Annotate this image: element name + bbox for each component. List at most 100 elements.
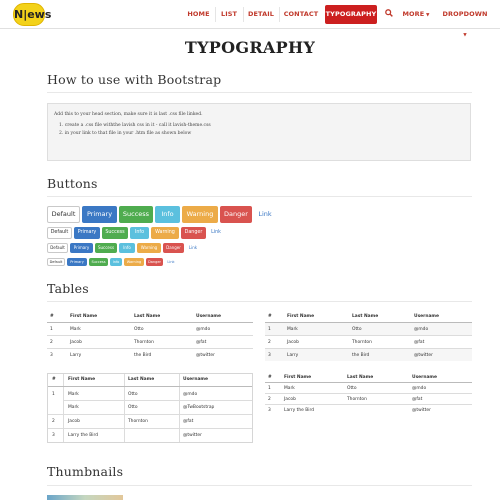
primary-button-lg[interactable]: Primary bbox=[82, 206, 117, 223]
table-cell: 1 bbox=[268, 327, 271, 332]
info-button-xs[interactable]: Info bbox=[110, 258, 122, 266]
table-cell: 3 bbox=[268, 353, 271, 358]
note-step: 1. create a .css file withthe lavish css… bbox=[59, 123, 211, 128]
table-cell: Mark bbox=[284, 386, 295, 391]
link-button-sm[interactable]: Link bbox=[186, 243, 200, 253]
header-cell: # bbox=[268, 375, 272, 380]
danger-button-md[interactable]: Danger bbox=[181, 227, 206, 239]
table-cell: @TwBootstrap bbox=[183, 405, 215, 410]
header-cell: First Name bbox=[284, 375, 312, 380]
table-cell: Thornton bbox=[352, 340, 372, 345]
divider bbox=[47, 301, 472, 302]
column-divider bbox=[179, 374, 180, 442]
table-cell: 3 bbox=[50, 353, 53, 358]
table-cell: @mdo bbox=[196, 327, 211, 332]
table-cell: Otto bbox=[347, 386, 357, 391]
search-icon[interactable] bbox=[385, 9, 393, 17]
row-divider bbox=[265, 404, 472, 405]
table-cell: Thornton bbox=[347, 397, 367, 402]
danger-button-sm[interactable]: Danger bbox=[163, 243, 184, 253]
table-cell: the Bird bbox=[134, 353, 152, 358]
success-button-md[interactable]: Success bbox=[102, 227, 128, 239]
info-button-lg[interactable]: Info bbox=[155, 206, 180, 223]
table-cell: Larry bbox=[70, 353, 82, 358]
danger-button-lg[interactable]: Danger bbox=[220, 206, 252, 223]
link-button-xs[interactable]: Link bbox=[165, 258, 177, 266]
nav-item-home[interactable]: HOME bbox=[183, 5, 214, 24]
default-button-md[interactable]: Default bbox=[47, 227, 72, 239]
divider bbox=[47, 92, 472, 93]
link-button-md[interactable]: Link bbox=[208, 227, 224, 239]
nav-item-typography[interactable]: TYPOGRAPHY bbox=[325, 5, 377, 24]
row-divider bbox=[48, 386, 252, 387]
table-cell: 3 bbox=[268, 408, 271, 413]
info-button-sm[interactable]: Info bbox=[119, 243, 135, 253]
header-cell: First Name bbox=[68, 377, 96, 382]
table-cell: Jacob bbox=[68, 419, 80, 424]
warning-button-xs[interactable]: Warning bbox=[124, 258, 144, 266]
table-cell: the Bird bbox=[352, 353, 370, 358]
default-button-sm[interactable]: Default bbox=[47, 243, 68, 253]
section-title-buttons: Buttons bbox=[47, 176, 98, 191]
header-cell: # bbox=[52, 377, 56, 382]
table-cell: @fat bbox=[196, 340, 207, 345]
table-condensed: # First Name Last Name Username 1 Mark O… bbox=[265, 373, 472, 419]
divider bbox=[47, 196, 472, 197]
default-button-lg[interactable]: Default bbox=[47, 206, 80, 223]
table-cell: Jacob bbox=[284, 397, 296, 402]
table-cell: 1 bbox=[52, 392, 55, 397]
table-bordered: # First Name Last Name Username 1 Mark O… bbox=[47, 373, 253, 443]
nav-item-dropdown[interactable]: DROPDOWN ▼ bbox=[441, 5, 489, 38]
row-divider bbox=[48, 428, 252, 429]
thumbnail-image[interactable] bbox=[47, 495, 123, 500]
nav-item-list[interactable]: LIST bbox=[216, 5, 242, 24]
brand-logo[interactable]: N|ews bbox=[13, 3, 51, 26]
row-divider bbox=[63, 400, 252, 401]
column-divider bbox=[63, 374, 64, 442]
page-title: TYPOGRAPHY bbox=[184, 38, 316, 57]
link-button-lg[interactable]: Link bbox=[255, 206, 275, 223]
header-cell: # bbox=[268, 314, 272, 319]
warning-button-md[interactable]: Warning bbox=[151, 227, 179, 239]
success-button-lg[interactable]: Success bbox=[119, 206, 153, 223]
warning-button-lg[interactable]: Warning bbox=[182, 206, 218, 223]
table-cell: Larry the Bird bbox=[284, 408, 315, 413]
nav-item-more[interactable]: MORE ▼ bbox=[400, 5, 432, 24]
row-divider bbox=[265, 393, 472, 394]
table-cell: @twitter bbox=[196, 353, 215, 358]
table-basic: # First Name Last Name Username 1 Mark O… bbox=[47, 312, 253, 364]
table-cell: Larry bbox=[287, 353, 299, 358]
header-cell: First Name bbox=[70, 314, 98, 319]
divider bbox=[47, 485, 472, 486]
table-cell: Otto bbox=[128, 405, 138, 410]
table-cell: 2 bbox=[50, 340, 53, 345]
primary-button-xs[interactable]: Primary bbox=[67, 258, 87, 266]
table-cell: 2 bbox=[268, 340, 271, 345]
nav-item-detail[interactable]: DETAIL bbox=[244, 5, 278, 24]
warning-button-sm[interactable]: Warning bbox=[137, 243, 161, 253]
success-button-sm[interactable]: Success bbox=[95, 243, 117, 253]
nav-item-contact[interactable]: CONTACT bbox=[280, 5, 322, 24]
table-cell: Jacob bbox=[287, 340, 299, 345]
navbar: N|ews HOME LIST DETAIL CONTACT TYPOGRAPH… bbox=[0, 0, 500, 38]
primary-button-sm[interactable]: Primary bbox=[70, 243, 93, 253]
success-button-xs[interactable]: Success bbox=[89, 258, 108, 266]
table-cell: Thornton bbox=[134, 340, 154, 345]
section-title-howto: How to use with Bootstrap bbox=[47, 72, 222, 87]
danger-button-xs[interactable]: Danger bbox=[146, 258, 163, 266]
table-cell: Thornton bbox=[128, 419, 148, 424]
table-cell: 2 bbox=[52, 419, 55, 424]
table-cell: Mark bbox=[287, 327, 298, 332]
table-striped: # First Name Last Name Username 1 Mark O… bbox=[265, 312, 472, 364]
note-step: 2. in your link to that file in your .ht… bbox=[59, 131, 192, 136]
table-cell: 1 bbox=[268, 386, 271, 391]
primary-button-md[interactable]: Primary bbox=[74, 227, 100, 239]
table-cell: @mdo bbox=[412, 386, 427, 391]
default-button-xs[interactable]: Default bbox=[47, 258, 65, 266]
table-cell: @fat bbox=[412, 397, 423, 402]
table-cell: @fat bbox=[183, 419, 194, 424]
info-button-md[interactable]: Info bbox=[130, 227, 149, 239]
row-divider bbox=[48, 414, 252, 415]
table-cell: @mdo bbox=[183, 392, 198, 397]
table-cell: 2 bbox=[268, 397, 271, 402]
